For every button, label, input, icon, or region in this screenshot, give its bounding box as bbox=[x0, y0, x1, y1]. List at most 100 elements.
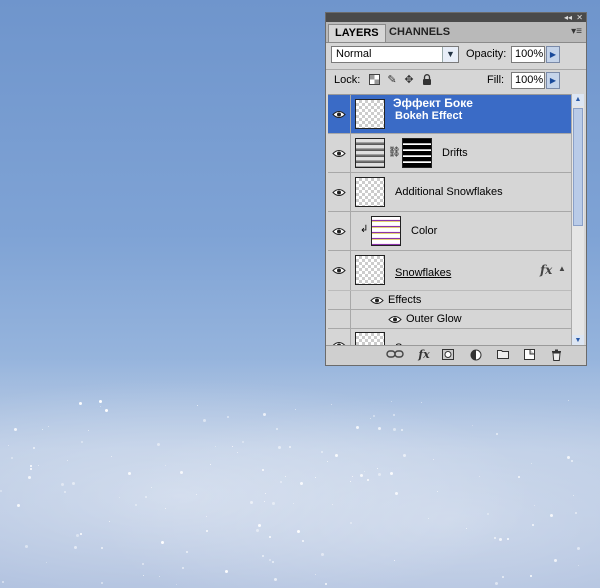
snow-sparkle bbox=[143, 575, 144, 576]
scroll-thumb[interactable] bbox=[573, 108, 583, 226]
fx-icon[interactable]: fx bbox=[540, 263, 552, 277]
adjustment-layer-icon[interactable] bbox=[469, 349, 483, 361]
visibility-toggle[interactable] bbox=[328, 173, 351, 211]
snow-sparkle bbox=[315, 477, 316, 478]
layer-row-drifts[interactable]: ⛓ Drifts bbox=[328, 134, 571, 173]
snow-sparkle bbox=[101, 547, 103, 549]
tab-channels[interactable]: CHANNELS bbox=[383, 24, 456, 41]
snow-sparkle bbox=[33, 447, 35, 449]
snow-sparkle bbox=[100, 406, 101, 407]
snow-sparkle bbox=[109, 521, 110, 522]
snow-sparkle bbox=[145, 496, 147, 498]
mask-thumbnail[interactable] bbox=[402, 138, 432, 168]
panel-menu-icon[interactable]: ▾≡ bbox=[571, 26, 582, 37]
snow-sparkle bbox=[433, 459, 434, 460]
layer-name: Snowflakes bbox=[395, 267, 452, 279]
chain-link-icon[interactable]: ⛓ bbox=[388, 147, 401, 158]
snow-sparkle bbox=[395, 492, 398, 495]
visibility-toggle[interactable] bbox=[328, 212, 351, 250]
snow-sparkle bbox=[38, 465, 39, 466]
snow-sparkle bbox=[14, 428, 17, 431]
effect-name: Outer Glow bbox=[406, 313, 462, 325]
opacity-slider-button[interactable]: ▶ bbox=[546, 46, 560, 63]
tab-layers[interactable]: LAYERS bbox=[328, 24, 386, 42]
snow-sparkle bbox=[176, 584, 177, 585]
fx-icon[interactable]: fx bbox=[415, 349, 433, 361]
snow-sparkle bbox=[573, 495, 574, 496]
fill-field[interactable]: 100% bbox=[511, 72, 545, 89]
snow-sparkle bbox=[79, 402, 82, 405]
snow-sparkle bbox=[72, 482, 75, 485]
snow-sparkle bbox=[274, 578, 277, 581]
new-layer-icon[interactable] bbox=[522, 349, 536, 361]
snow-sparkle bbox=[159, 576, 160, 577]
snow-sparkle bbox=[302, 540, 304, 542]
lock-transparent-icon[interactable] bbox=[368, 74, 380, 86]
snow-sparkle bbox=[496, 433, 498, 435]
snow-sparkle bbox=[554, 559, 557, 562]
snow-sparkle bbox=[575, 512, 577, 514]
collapse-effects-icon[interactable]: ▲ bbox=[558, 264, 566, 273]
snow-sparkle bbox=[61, 483, 64, 486]
eye-icon bbox=[332, 189, 346, 196]
snow-sparkle bbox=[182, 567, 184, 569]
layer-row-snowflakes[interactable]: Snowflakes fx ▲ bbox=[328, 251, 571, 290]
snow-sparkle bbox=[300, 482, 303, 485]
visibility-toggle[interactable] bbox=[328, 134, 351, 172]
snow-sparkle bbox=[180, 471, 183, 474]
fill-slider-button[interactable]: ▶ bbox=[546, 72, 560, 89]
layer-row-bokeh[interactable]: Эффект Боке Bokeh Effect bbox=[328, 95, 571, 134]
opacity-field[interactable]: 100% bbox=[511, 46, 545, 63]
layers-scrollbar[interactable]: ▲ ▼ bbox=[571, 94, 584, 347]
snow-sparkle bbox=[494, 537, 496, 539]
snow-sparkle bbox=[390, 472, 393, 475]
link-layers-icon[interactable] bbox=[386, 349, 404, 361]
snow-sparkle bbox=[25, 545, 28, 548]
panel-bottom-bar: fx bbox=[326, 345, 586, 365]
chevron-down-icon[interactable]: ▼ bbox=[442, 47, 458, 62]
lock-all-icon[interactable] bbox=[421, 74, 433, 86]
snow-sparkle bbox=[227, 416, 229, 418]
layer-row-color[interactable]: ↲ Color bbox=[328, 212, 571, 251]
snow-sparkle bbox=[377, 468, 378, 469]
scroll-up-icon[interactable]: ▲ bbox=[572, 94, 584, 106]
trash-icon[interactable] bbox=[549, 349, 563, 361]
snow-sparkle bbox=[518, 476, 520, 478]
snow-sparkle bbox=[378, 427, 381, 430]
snow-sparkle bbox=[495, 582, 498, 585]
layer-thumbnail bbox=[355, 99, 385, 129]
close-icon[interactable]: ✕ bbox=[576, 13, 583, 22]
lock-move-icon[interactable]: ✥ bbox=[403, 74, 415, 86]
opacity-label: Opacity: bbox=[466, 48, 507, 60]
collapse-icon[interactable]: ◂◂ bbox=[564, 13, 572, 22]
snow-sparkle bbox=[325, 583, 327, 585]
snow-sparkle bbox=[215, 446, 216, 447]
lock-paint-icon[interactable]: ✎ bbox=[386, 74, 398, 86]
eye-icon bbox=[332, 267, 346, 274]
layer-name: Эффект Боке bbox=[393, 96, 473, 110]
snow-sparkle bbox=[157, 443, 160, 446]
layer-name: Additional Snowflakes bbox=[395, 186, 503, 198]
visibility-toggle[interactable] bbox=[328, 95, 351, 133]
add-mask-icon[interactable] bbox=[441, 349, 455, 361]
snow-sparkle bbox=[161, 541, 164, 544]
snow-sparkle bbox=[335, 454, 338, 457]
eye-icon[interactable] bbox=[370, 296, 384, 305]
blend-mode-select[interactable]: Normal ▼ bbox=[331, 46, 459, 63]
panel-titlebar[interactable]: ◂◂ ✕ bbox=[326, 13, 586, 22]
snow-sparkle bbox=[264, 501, 265, 502]
visibility-toggle[interactable] bbox=[328, 251, 351, 290]
snow-sparkle bbox=[2, 581, 4, 583]
panel-tabs: LAYERS CHANNELS ▾≡ bbox=[326, 22, 586, 43]
effect-item-outer-glow[interactable]: Outer Glow bbox=[328, 310, 571, 329]
snow-sparkle bbox=[315, 574, 316, 575]
effects-row[interactable]: Effects bbox=[328, 290, 571, 310]
snow-sparkle bbox=[111, 456, 112, 457]
new-group-icon[interactable] bbox=[496, 349, 510, 361]
eye-icon bbox=[332, 111, 346, 118]
layer-row-additional-snowflakes[interactable]: Additional Snowflakes bbox=[328, 173, 571, 212]
eye-icon[interactable] bbox=[388, 315, 402, 324]
layer-name: Color bbox=[411, 225, 438, 237]
snow-background bbox=[0, 358, 600, 588]
snow-sparkle bbox=[128, 472, 131, 475]
